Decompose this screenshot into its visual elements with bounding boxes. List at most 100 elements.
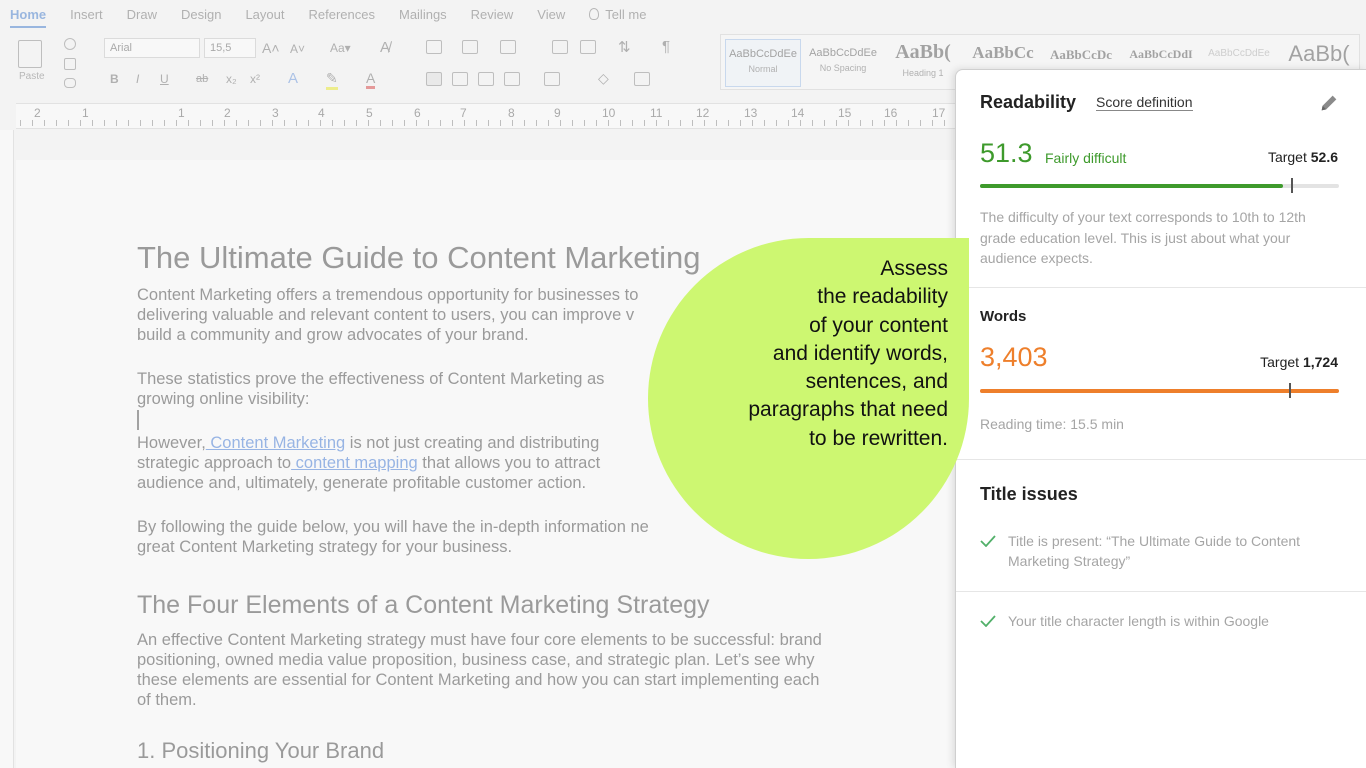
underline-button[interactable]: U bbox=[160, 72, 169, 86]
document-title: The Ultimate Guide to Content Marketing bbox=[137, 240, 701, 275]
ruler-tick bbox=[92, 120, 93, 126]
sort-icon[interactable]: ⇅ bbox=[618, 38, 631, 56]
paste-icon[interactable] bbox=[18, 40, 42, 68]
ruler-tick bbox=[548, 120, 549, 126]
paragraph-line: positioning, owned media value propositi… bbox=[137, 651, 815, 669]
ruler-number: 9 bbox=[554, 106, 561, 120]
ruler-tick bbox=[632, 120, 633, 126]
bullets-icon[interactable] bbox=[426, 40, 442, 54]
ruler-tick bbox=[32, 120, 33, 126]
font-color-icon[interactable]: A bbox=[366, 70, 376, 89]
italic-button[interactable]: I bbox=[136, 72, 139, 86]
style-name: Heading 1 bbox=[902, 68, 944, 78]
paragraph-line: Content Marketing offers a tremendous op… bbox=[137, 286, 639, 304]
style-name: No Spacing bbox=[819, 63, 867, 73]
cut-icon[interactable] bbox=[64, 38, 76, 50]
ruler-number: 14 bbox=[791, 106, 805, 120]
style-normal[interactable]: AaBbCcDdEe Normal bbox=[725, 39, 801, 87]
style-sample: AaBb( bbox=[1288, 41, 1350, 66]
title-issue-text: Title is present: “The Ultimate Guide to… bbox=[1008, 533, 1301, 569]
ruler-tick bbox=[644, 120, 645, 126]
pencil-icon[interactable] bbox=[1318, 92, 1340, 114]
ruler-tick bbox=[656, 120, 657, 126]
ruler-number: 13 bbox=[744, 106, 758, 120]
tab-view[interactable]: View bbox=[537, 7, 565, 22]
ruler-tick bbox=[776, 120, 777, 126]
ruler-tick bbox=[164, 120, 165, 126]
clear-formatting-icon[interactable]: A̸ bbox=[380, 39, 390, 56]
style-sample: AaBbCc bbox=[972, 43, 1034, 62]
score-definition-link[interactable]: Score definition bbox=[1096, 94, 1193, 111]
vertical-ruler[interactable] bbox=[0, 130, 14, 768]
strikethrough-button[interactable]: ab bbox=[196, 73, 208, 85]
style-heading-1[interactable]: AaBb( Heading 1 bbox=[885, 39, 961, 87]
numbering-icon[interactable] bbox=[462, 40, 478, 54]
ruler-tick bbox=[392, 120, 393, 126]
content-marketing-link[interactable]: Content Marketing bbox=[206, 434, 345, 452]
ruler-number: 7 bbox=[460, 106, 467, 120]
align-left-icon[interactable] bbox=[426, 72, 442, 86]
increase-indent-icon[interactable] bbox=[580, 40, 596, 54]
align-right-icon[interactable] bbox=[478, 72, 494, 86]
style-no-spacing[interactable]: AaBbCcDdEe No Spacing bbox=[805, 39, 881, 87]
words-section: Words 3,403 Target 1,724 Reading time: 1… bbox=[956, 288, 1366, 460]
tab-mailings[interactable]: Mailings bbox=[399, 7, 447, 22]
callout-line: to be rewritten. bbox=[809, 426, 948, 450]
horizontal-ruler[interactable]: 2 1 1 2 3 4 5 6 7 8 9 10 11 12 13 14 15 16 17 bbox=[16, 103, 956, 129]
readability-bar-fill bbox=[980, 184, 1284, 188]
align-center-icon[interactable] bbox=[452, 72, 468, 86]
tab-review[interactable]: Review bbox=[471, 7, 514, 22]
ruler-tick bbox=[500, 120, 501, 126]
grow-font-icon[interactable]: A˄ bbox=[262, 40, 280, 56]
ruler-number: 2 bbox=[224, 106, 231, 120]
ruler-tick bbox=[176, 120, 177, 126]
highlight-icon[interactable]: ✎ bbox=[326, 70, 338, 90]
borders-icon[interactable] bbox=[634, 72, 650, 86]
reading-time: Reading time: 15.5 min bbox=[980, 416, 1124, 432]
paste-label: Paste bbox=[19, 71, 45, 82]
shrink-font-icon[interactable]: A˅ bbox=[290, 42, 305, 56]
title-issue-text: Your title character length is within Go… bbox=[1008, 613, 1269, 629]
lightbulb-icon bbox=[589, 8, 600, 20]
bold-button[interactable]: B bbox=[110, 72, 119, 86]
tab-insert[interactable]: Insert bbox=[70, 7, 103, 22]
format-painter-icon[interactable] bbox=[64, 78, 76, 88]
text-cursor bbox=[137, 410, 139, 430]
readability-target-marker bbox=[1291, 178, 1293, 193]
ruler-tick bbox=[200, 120, 201, 126]
ribbon-tabs: Home Insert Draw Design Layout Reference… bbox=[0, 0, 1366, 28]
ruler-tick bbox=[512, 120, 513, 126]
style-sample: AaBbCcDdI bbox=[1129, 47, 1193, 61]
text-effects-icon[interactable]: A bbox=[288, 70, 298, 87]
justify-icon[interactable] bbox=[504, 72, 520, 86]
ruler-tick bbox=[944, 120, 945, 126]
tab-draw[interactable]: Draw bbox=[127, 7, 157, 22]
content-mapping-link[interactable]: content mapping bbox=[291, 454, 418, 472]
font-size-select[interactable]: 15,5 bbox=[204, 38, 256, 58]
readability-title: Readability bbox=[980, 92, 1077, 112]
font-name-select[interactable]: Arial bbox=[104, 38, 200, 58]
tab-home[interactable]: Home bbox=[10, 7, 47, 28]
tab-design[interactable]: Design bbox=[181, 7, 221, 22]
show-formatting-icon[interactable]: ¶ bbox=[662, 38, 670, 55]
readability-panel: Readability Score definition 51.3 Fairly… bbox=[955, 69, 1366, 768]
line-spacing-icon[interactable] bbox=[544, 72, 560, 86]
superscript-button[interactable]: x² bbox=[250, 72, 260, 86]
ruler-tick bbox=[620, 120, 621, 126]
paragraph-line: By following the guide below, you will h… bbox=[137, 518, 649, 536]
tell-me-search[interactable]: Tell me bbox=[589, 7, 646, 22]
ruler-tick bbox=[764, 120, 765, 126]
ruler-number: 16 bbox=[884, 106, 898, 120]
tab-layout[interactable]: Layout bbox=[245, 7, 284, 22]
target-label: Target bbox=[1260, 354, 1300, 370]
ruler-tick bbox=[464, 120, 465, 126]
shading-icon[interactable]: ◇ bbox=[598, 70, 609, 87]
subscript-button[interactable]: x₂ bbox=[226, 72, 237, 86]
multilevel-list-icon[interactable] bbox=[500, 40, 516, 54]
ruler-tick bbox=[896, 120, 897, 126]
decrease-indent-icon[interactable] bbox=[552, 40, 568, 54]
tab-references[interactable]: References bbox=[309, 7, 375, 22]
ruler-number: 10 bbox=[602, 106, 616, 120]
change-case-icon[interactable]: Aa▾ bbox=[330, 41, 351, 55]
copy-icon[interactable] bbox=[64, 58, 76, 70]
